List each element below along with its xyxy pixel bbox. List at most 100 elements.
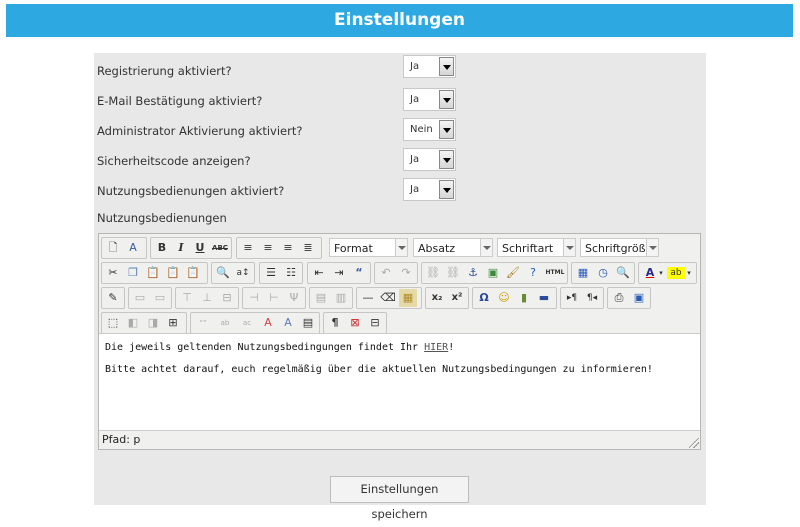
col-before-icon[interactable]: ⊣ <box>245 289 263 307</box>
chevron-down-icon[interactable]: ▾ <box>657 264 665 282</box>
underline-button[interactable]: U <box>191 239 209 257</box>
cleanup-icon[interactable]: 🖌 <box>504 264 522 282</box>
resize-handle-icon[interactable] <box>689 438 699 448</box>
replace-icon[interactable]: a↕ <box>234 264 252 282</box>
align-center-icon[interactable]: ≡ <box>259 239 277 257</box>
row-after-icon[interactable]: ⊥ <box>198 289 216 307</box>
undo-icon[interactable]: ↶ <box>377 264 395 282</box>
paste-text-icon[interactable]: 📋 <box>164 264 182 282</box>
table-row-props-icon[interactable]: ▭ <box>131 289 149 307</box>
move-forward-icon[interactable]: ◧ <box>124 314 142 332</box>
dropdown-arrow-icon[interactable] <box>439 150 454 169</box>
deletion-icon[interactable]: A <box>259 314 277 332</box>
toolbar-group-layers: ⬚ ◧ ◨ ⊞ <box>101 312 187 334</box>
cut-icon[interactable]: ✂ <box>104 264 122 282</box>
toolbar-group-direction: ▸¶ ¶◂ <box>560 287 604 309</box>
table-icon[interactable]: ▦ <box>399 289 417 307</box>
preview-icon[interactable]: 🔍 <box>614 264 632 282</box>
col-after-icon[interactable]: ⊢ <box>265 289 283 307</box>
security-code-select[interactable]: Ja <box>403 148 456 171</box>
rtl-icon[interactable]: ¶◂ <box>583 289 601 307</box>
media-icon[interactable]: ▮ <box>515 289 533 307</box>
merge-cells-icon[interactable]: ▥ <box>332 289 350 307</box>
unlink-icon[interactable]: ⛓ <box>444 264 462 282</box>
save-settings-button[interactable]: Einstellungen speichern <box>330 476 469 521</box>
insert-layer-icon[interactable]: ⬚ <box>104 314 122 332</box>
editor-content[interactable]: Die jeweils geltenden Nutzungsbedingunge… <box>99 333 700 431</box>
dropdown-arrow-icon[interactable] <box>395 239 407 256</box>
table-cell-props-icon[interactable]: ▭ <box>151 289 169 307</box>
font-size-select[interactable]: Schriftgröße <box>580 238 659 257</box>
strikethrough-button[interactable]: ABC <box>210 239 230 257</box>
charmap-icon[interactable]: Ω <box>475 289 493 307</box>
paragraph-select[interactable]: Absatz <box>413 238 493 257</box>
acronym-icon[interactable]: ac <box>237 314 257 332</box>
highlight-color-icon[interactable]: ab <box>667 267 685 279</box>
delete-col-icon[interactable]: Ψ <box>285 289 303 307</box>
superscript-icon[interactable]: x² <box>448 289 466 307</box>
dropdown-arrow-icon[interactable] <box>646 239 658 256</box>
find-icon[interactable]: 🔍 <box>214 264 232 282</box>
outdent-icon[interactable]: ⇤ <box>310 264 328 282</box>
indent-icon[interactable]: ⇥ <box>330 264 348 282</box>
terms-select[interactable]: Ja <box>403 178 456 201</box>
align-justify-icon[interactable]: ≣ <box>299 239 317 257</box>
row-before-icon[interactable]: ⊤ <box>178 289 196 307</box>
redo-icon[interactable]: ↷ <box>397 264 415 282</box>
anchor-icon[interactable]: ⚓ <box>464 264 482 282</box>
link-icon[interactable]: ⛓ <box>424 264 442 282</box>
dropdown-arrow-icon[interactable] <box>439 180 454 199</box>
help-icon[interactable]: ? <box>524 264 542 282</box>
abbr-icon[interactable]: ab <box>215 314 235 332</box>
move-backward-icon[interactable]: ◨ <box>144 314 162 332</box>
visual-chars-icon[interactable]: ¶ <box>326 314 344 332</box>
dropdown-arrow-icon[interactable] <box>439 57 454 76</box>
styleprops-icon[interactable]: A <box>124 239 142 257</box>
terms-link[interactable]: HIER <box>424 342 448 353</box>
email-confirmation-select[interactable]: Ja <box>403 88 456 111</box>
dropdown-arrow-icon[interactable] <box>439 90 454 109</box>
image-icon[interactable]: ▣ <box>484 264 502 282</box>
ltr-icon[interactable]: ▸¶ <box>563 289 581 307</box>
attributes-icon[interactable]: ▤ <box>299 314 317 332</box>
non-breaking-icon[interactable]: ⊠ <box>346 314 364 332</box>
paste-icon[interactable]: 📋 <box>144 264 162 282</box>
split-cells-icon[interactable]: ▤ <box>312 289 330 307</box>
remove-format-icon[interactable]: ⌫ <box>379 289 397 307</box>
align-left-icon[interactable]: ≡ <box>239 239 257 257</box>
blockquote-icon[interactable]: “ <box>350 264 368 282</box>
font-family-select[interactable]: Schriftart <box>497 238 576 257</box>
fullscreen-icon[interactable]: ▣ <box>630 289 648 307</box>
paste-word-icon[interactable]: 📋 <box>184 264 202 282</box>
numbered-list-icon[interactable]: ☷ <box>282 264 300 282</box>
emotions-icon[interactable]: ☺ <box>495 289 513 307</box>
insert-date-icon[interactable]: ▦ <box>574 264 592 282</box>
align-right-icon[interactable]: ≡ <box>279 239 297 257</box>
insertion-icon[interactable]: A <box>279 314 297 332</box>
bullet-list-icon[interactable]: ☰ <box>262 264 280 282</box>
format-select[interactable]: Format <box>329 238 408 257</box>
html-source-button[interactable]: HTML <box>544 264 566 282</box>
toolbar-row-1: 🗋 A B I U ABC ≡ ≡ ≡ ≣ Format Absatz Schr… <box>101 237 661 259</box>
registration-select[interactable]: Ja <box>403 55 456 78</box>
copy-icon[interactable]: ❐ <box>124 264 142 282</box>
delete-row-icon[interactable]: ⊟ <box>218 289 236 307</box>
dropdown-arrow-icon[interactable] <box>480 239 492 256</box>
cite-icon[interactable]: “” <box>193 314 213 332</box>
chevron-down-icon[interactable]: ▾ <box>685 264 693 282</box>
advhr-icon[interactable]: ▬ <box>535 289 553 307</box>
page-break-icon[interactable]: ⊟ <box>366 314 384 332</box>
absolute-position-icon[interactable]: ⊞ <box>164 314 182 332</box>
subscript-icon[interactable]: x₂ <box>428 289 446 307</box>
dropdown-arrow-icon[interactable] <box>563 239 575 256</box>
horizontal-rule-icon[interactable]: — <box>359 289 377 307</box>
print-icon[interactable]: ⎙ <box>610 289 628 307</box>
insert-time-icon[interactable]: ◷ <box>594 264 612 282</box>
admin-activation-select[interactable]: Nein <box>403 118 456 141</box>
new-document-icon[interactable]: 🗋 <box>104 239 122 257</box>
dropdown-arrow-icon[interactable] <box>439 120 454 139</box>
visualaid-icon[interactable]: ✎ <box>104 289 122 307</box>
bold-button[interactable]: B <box>153 239 171 257</box>
content-paragraph: Bitte achtet darauf, euch regelmäßig übe… <box>105 364 653 375</box>
italic-button[interactable]: I <box>172 239 190 257</box>
